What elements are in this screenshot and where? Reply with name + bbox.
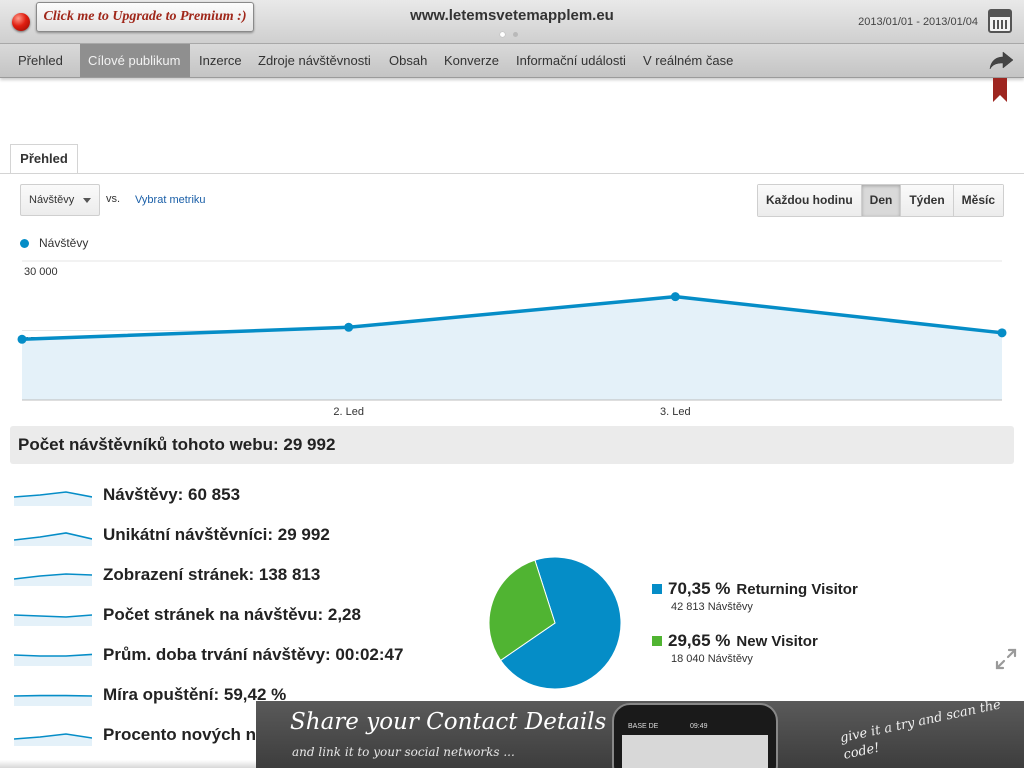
granularity-week-button[interactable]: Týden (900, 185, 953, 216)
share-arrow-icon[interactable] (988, 51, 1014, 71)
stat-text: Procento nových n (103, 725, 257, 744)
data-point (17, 334, 27, 344)
nav-item-v-realnem-case[interactable]: V reálném čase (635, 44, 741, 77)
tab-prehled[interactable]: Přehled (10, 144, 78, 174)
sparkline-icon (14, 733, 92, 746)
nav-item-prehled[interactable]: Přehled (10, 44, 71, 77)
nav-item-konverze[interactable]: Konverze (436, 44, 507, 77)
metric-dropdown-value: Návštěvy (29, 194, 75, 206)
new-visitor-percent: 29,65 % (668, 631, 731, 650)
nav-item-zdroje-navstevnosti[interactable]: Zdroje návštěvnosti (250, 44, 379, 77)
footer-shadow (0, 760, 256, 768)
stat-row: Zobrazení stránek: 138 813 (14, 560, 320, 590)
stat-row: Procento nových n (14, 720, 256, 750)
ad-subtitle: and link it to your social networks ... (292, 745, 515, 759)
x-tick-label: 2. Led (333, 406, 364, 418)
returning-visitor-visits: 42 813 Návštěvy (671, 601, 753, 613)
sparkline-icon (14, 694, 92, 706)
calendar-icon[interactable] (988, 9, 1012, 33)
sparkline-icon (14, 573, 92, 586)
sparkline-icon (14, 614, 92, 626)
stat-text: Prům. doba trvání návštěvy: 00:02:47 (103, 645, 404, 664)
nav-item-cilove-publikum[interactable]: Cílové publikum (80, 44, 190, 77)
data-point (344, 322, 354, 332)
visitor-type-pie-chart (488, 556, 622, 690)
metric-dropdown[interactable]: Návštěvy (20, 184, 100, 216)
stat-row: Návštěvy: 60 853 (14, 480, 240, 510)
new-visitor-label: New Visitor (736, 632, 818, 650)
tab-divider (0, 173, 1024, 174)
phone-image: BASE DE 09:49 (612, 703, 778, 768)
sparkline-icon (14, 532, 92, 546)
phone-screen (622, 735, 768, 768)
x-tick-label: 3. Led (660, 406, 691, 418)
sparkline-icon (14, 653, 92, 666)
pie-legend-returning: 70,35 % Returning Visitor 42 813 Návštěv… (652, 579, 858, 613)
visitors-summary-title: Počet návštěvníků tohoto webu: 29 992 (10, 426, 1014, 464)
chevron-down-icon (83, 198, 91, 203)
vs-label: vs. (106, 193, 121, 205)
data-point (670, 292, 680, 302)
sparkline-area (14, 695, 92, 706)
ad-call-to-action: give it a try and scan the code! (838, 701, 1003, 763)
granularity-hourly-button[interactable]: Každou hodinu (758, 185, 861, 216)
stat-row: Míra opuštění: 59,42 % (14, 680, 286, 710)
y-tick-label: 30 000 (24, 266, 58, 278)
legend-series-label: Návštěvy (39, 236, 89, 250)
stat-row: Prům. doba trvání návštěvy: 00:02:47 (14, 640, 403, 670)
pie-legend-new: 29,65 % New Visitor 18 040 Návštěvy (652, 631, 818, 665)
page-dot-active (500, 32, 505, 37)
stat-row: Počet stránek na návštěvu: 2,28 (14, 600, 361, 630)
legend-swatch-new (652, 636, 662, 646)
page-indicator (500, 32, 518, 37)
nav-item-informacni-udalosti[interactable]: Informační události (508, 44, 634, 77)
page-dot (513, 32, 518, 37)
stat-text: Unikátní návštěvníci: 29 992 (103, 525, 330, 544)
returning-visitor-label: Returning Visitor (736, 580, 858, 598)
bookmark-icon[interactable] (993, 78, 1007, 102)
nav-item-inzerce[interactable]: Inzerce (191, 44, 250, 77)
expand-arrows-icon[interactable] (994, 647, 1018, 671)
new-visitor-visits: 18 040 Návštěvy (671, 653, 753, 665)
granularity-toggle: Každou hodinu Den Týden Měsíc (757, 184, 1005, 217)
stat-text: Návštěvy: 60 853 (103, 485, 241, 504)
ad-banner[interactable]: Share your Contact Details and link it t… (256, 701, 1024, 768)
phone-time: 09:49 (690, 723, 708, 730)
stat-row: Unikátní návštěvníci: 29 992 (14, 520, 330, 550)
phone-carrier: BASE DE (628, 723, 659, 730)
stat-text: Zobrazení stránek: 138 813 (103, 565, 321, 584)
date-range-label[interactable]: 2013/01/01 - 2013/01/04 (858, 16, 978, 28)
data-point (997, 328, 1007, 338)
pick-metric-link[interactable]: Vybrat metriku (135, 194, 206, 206)
main-nav: Přehled Cílové publikum Inzerce Zdroje n… (0, 44, 1024, 78)
granularity-month-button[interactable]: Měsíc (952, 185, 1004, 216)
granularity-day-button[interactable]: Den (860, 185, 901, 216)
sparkline-line (14, 653, 92, 657)
phone-status-bar: BASE DE 09:49 (624, 723, 766, 735)
top-toolbar: Click me to Upgrade to Premium :) www.le… (0, 0, 1024, 44)
chart-legend: Návštěvy (20, 236, 88, 250)
returning-visitor-percent: 70,35 % (668, 579, 731, 598)
legend-swatch-returning (652, 584, 662, 594)
sparkline-icon (14, 491, 92, 506)
ad-title: Share your Contact Details (290, 709, 607, 735)
visits-line-chart: 15 00030 0002. Led3. Led (17, 260, 1007, 418)
legend-swatch (20, 238, 29, 248)
nav-item-obsah[interactable]: Obsah (381, 44, 435, 77)
stat-text: Počet stránek na návštěvu: 2,28 (103, 605, 361, 624)
